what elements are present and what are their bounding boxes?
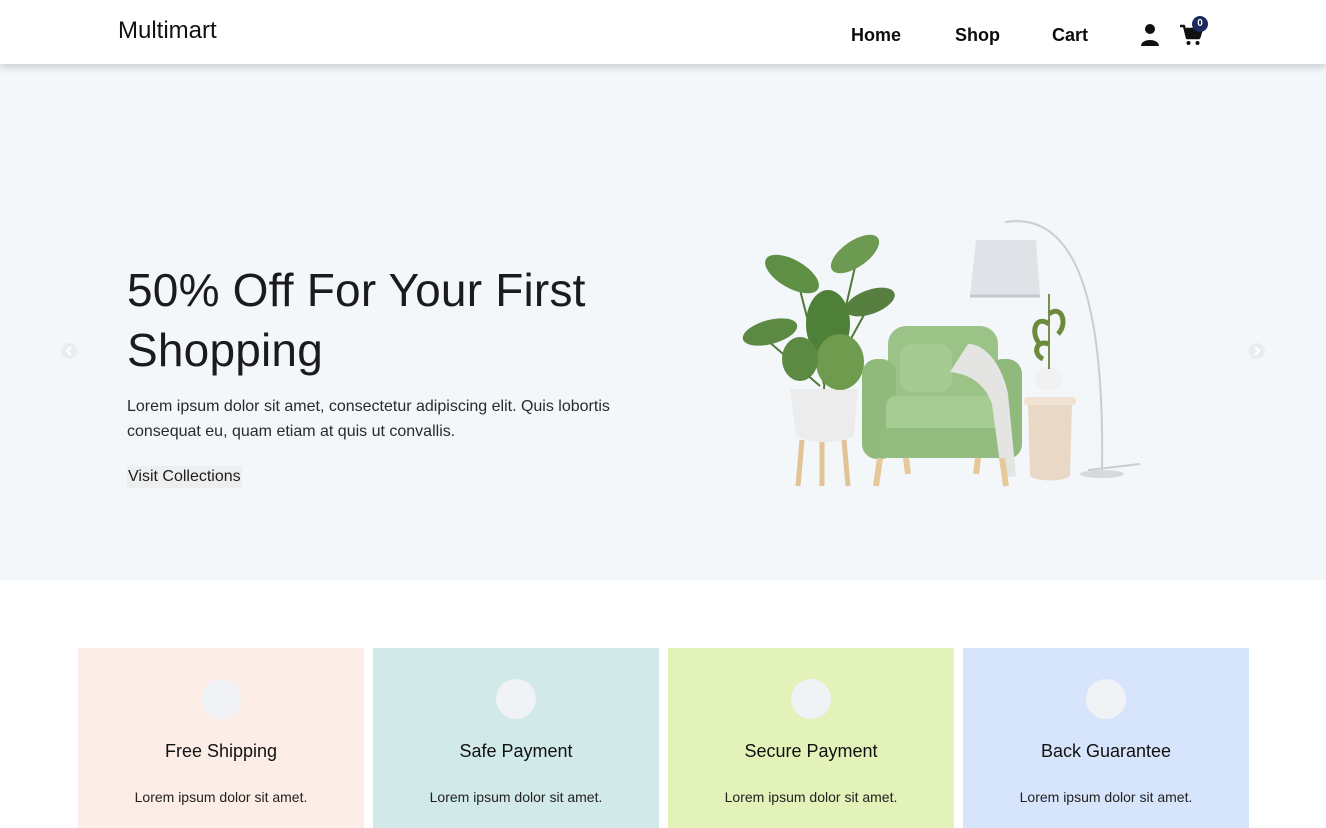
service-description: Lorem ipsum dolor sit amet. (1019, 789, 1193, 805)
nav-home[interactable]: Home (851, 24, 901, 46)
service-card-back-guarantee: Back Guarantee Lorem ipsum dolor sit ame… (963, 648, 1249, 828)
chevron-right-icon[interactable] (1248, 342, 1266, 360)
user-icon[interactable] (1140, 23, 1160, 47)
hero-description: Lorem ipsum dolor sit amet, consectetur … (127, 398, 610, 440)
service-icon (1086, 679, 1126, 719)
cart-count-badge: 0 (1192, 16, 1208, 32)
services-section: Free Shipping Lorem ipsum dolor sit amet… (0, 580, 1326, 828)
service-title: Secure Payment (744, 741, 878, 761)
service-card-safe-payment: Safe Payment Lorem ipsum dolor sit amet. (373, 648, 659, 828)
service-title: Back Guarantee (1040, 741, 1172, 761)
service-title: Safe Payment (459, 741, 573, 761)
hero-slider: 50% Off For Your First Shopping Lorem ip… (0, 64, 1326, 580)
chevron-left-icon[interactable] (60, 342, 78, 360)
nav-shop[interactable]: Shop (955, 24, 1000, 46)
service-card-secure-payment: Secure Payment Lorem ipsum dolor sit ame… (668, 648, 954, 828)
service-description: Lorem ipsum dolor sit amet. (429, 789, 603, 805)
site-header: Multimart Home Shop Cart 0 (0, 0, 1326, 64)
hero-image (742, 220, 1141, 487)
service-description: Lorem ipsum dolor sit amet. (724, 789, 898, 805)
brand-logo[interactable]: Multimart (118, 17, 217, 45)
service-icon (496, 679, 536, 719)
service-card-free-shipping: Free Shipping Lorem ipsum dolor sit amet… (78, 648, 364, 828)
service-icon (791, 679, 831, 719)
nav-cart[interactable]: Cart (1052, 24, 1088, 46)
service-icon (201, 679, 241, 719)
visit-collections-button[interactable]: Visit Collections (127, 466, 242, 488)
service-title: Free Shipping (164, 741, 278, 761)
service-description: Lorem ipsum dolor sit amet. (134, 789, 308, 805)
hero-title: 50% Off For Your First Shopping (127, 264, 586, 376)
